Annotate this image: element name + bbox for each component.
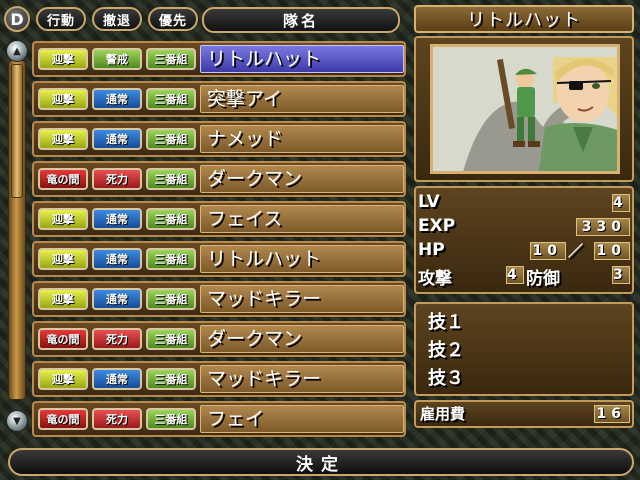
roster-row[interactable]: 竜の間 死力 三番組 ダークマン <box>32 161 406 197</box>
priority-tag[interactable]: 三番組 <box>146 208 196 230</box>
retreat-tag[interactable]: 死力 <box>92 328 142 350</box>
action-tag[interactable]: 迎撃 <box>38 48 88 70</box>
priority-tag[interactable]: 三番組 <box>146 248 196 270</box>
roster-scroll-thumb[interactable] <box>11 64 23 198</box>
hire-cost-value: 16 <box>594 405 630 423</box>
defense-label: 防御 <box>526 269 560 289</box>
character-portrait-image <box>433 47 617 171</box>
priority-tag[interactable]: 三番組 <box>146 128 196 150</box>
priority-tag[interactable]: 三番組 <box>146 288 196 310</box>
action-tag[interactable]: 竜の間 <box>38 408 88 430</box>
roster-row[interactable]: 迎撃 通常 三番組 ナメッド <box>32 121 406 157</box>
retreat-tag[interactable]: 通常 <box>92 88 142 110</box>
unit-name: リトルハット <box>200 245 404 273</box>
roster-row[interactable]: 迎撃 通常 三番組 マッドキラー <box>32 281 406 317</box>
unit-name: 突撃アイ <box>200 85 404 113</box>
unit-name: マッドキラー <box>200 285 404 313</box>
roster-row[interactable]: 竜の間 死力 三番組 フェイ <box>32 401 406 437</box>
hp-max-value: 10 <box>594 242 630 260</box>
action-tag[interactable]: 迎撃 <box>38 288 88 310</box>
action-tag[interactable]: 迎撃 <box>38 88 88 110</box>
action-tag[interactable]: 迎撃 <box>38 368 88 390</box>
priority-tag[interactable]: 三番組 <box>146 368 196 390</box>
action-tag[interactable]: 迎撃 <box>38 208 88 230</box>
skill-3[interactable]: 技３ <box>428 364 464 390</box>
action-sort-button[interactable]: 行動 <box>36 7 86 31</box>
retreat-sort-button[interactable]: 撤退 <box>92 7 142 31</box>
hp-label: HP <box>418 240 445 260</box>
unit-name: フェイス <box>200 205 404 233</box>
retreat-tag[interactable]: 通常 <box>92 248 142 270</box>
hire-cost-label: 雇用費 <box>420 405 466 423</box>
unit-name-title: リトルハット <box>414 5 634 33</box>
roster-row[interactable]: 竜の間 死力 三番組 ダークマン <box>32 321 406 357</box>
action-tag[interactable]: 迎撃 <box>38 248 88 270</box>
lv-label: LV <box>418 192 440 212</box>
confirm-button[interactable]: 決定 <box>8 448 634 476</box>
retreat-tag[interactable]: 死力 <box>92 168 142 190</box>
priority-sort-button[interactable]: 優先 <box>148 7 198 31</box>
retreat-tag[interactable]: 通常 <box>92 368 142 390</box>
retreat-tag[interactable]: 通常 <box>92 208 142 230</box>
attack-value: 4 <box>506 266 524 284</box>
scroll-down-icon[interactable]: ▼ <box>6 410 28 432</box>
lv-value: 4 <box>612 194 630 212</box>
unit-name: フェイ <box>200 405 404 433</box>
defense-value: 3 <box>612 266 630 284</box>
skill-1[interactable]: 技１ <box>428 308 464 334</box>
roster-row[interactable]: 迎撃 通常 三番組 突撃アイ <box>32 81 406 117</box>
attack-label: 攻撃 <box>418 269 452 289</box>
roster-row[interactable]: 迎撃 通常 三番組 マッドキラー <box>32 361 406 397</box>
action-tag[interactable]: 竜の間 <box>38 168 88 190</box>
retreat-tag[interactable]: 死力 <box>92 408 142 430</box>
action-tag[interactable]: 迎撃 <box>38 128 88 150</box>
name-column-header[interactable]: 隊名 <box>202 7 400 33</box>
scroll-up-icon[interactable]: ▲ <box>6 40 28 62</box>
hp-current-value: 10 <box>530 242 566 260</box>
unit-name: ナメッド <box>200 125 404 153</box>
priority-tag[interactable]: 三番組 <box>146 408 196 430</box>
exp-label: EXP <box>418 216 456 236</box>
retreat-tag[interactable]: 通常 <box>92 288 142 310</box>
roster-row[interactable]: 迎撃 通常 三番組 フェイス <box>32 201 406 237</box>
retreat-tag[interactable]: 警戒 <box>92 48 142 70</box>
unit-name: リトルハット <box>200 45 404 73</box>
unit-name: マッドキラー <box>200 365 404 393</box>
unit-portrait <box>430 44 620 174</box>
exp-value: 330 <box>576 218 630 236</box>
action-tag[interactable]: 竜の間 <box>38 328 88 350</box>
priority-tag[interactable]: 三番組 <box>146 48 196 70</box>
priority-tag[interactable]: 三番組 <box>146 168 196 190</box>
priority-tag[interactable]: 三番組 <box>146 328 196 350</box>
unit-name: ダークマン <box>200 165 404 193</box>
d-rank-icon: D <box>4 6 30 32</box>
roster-row[interactable]: 迎撃 通常 三番組 リトルハット <box>32 241 406 277</box>
hp-separator: ／ <box>568 242 584 260</box>
roster-row[interactable]: 迎撃 警戒 三番組 リトルハット <box>32 41 406 77</box>
skill-2[interactable]: 技２ <box>428 336 464 362</box>
unit-name: ダークマン <box>200 325 404 353</box>
retreat-tag[interactable]: 通常 <box>92 128 142 150</box>
priority-tag[interactable]: 三番組 <box>146 88 196 110</box>
